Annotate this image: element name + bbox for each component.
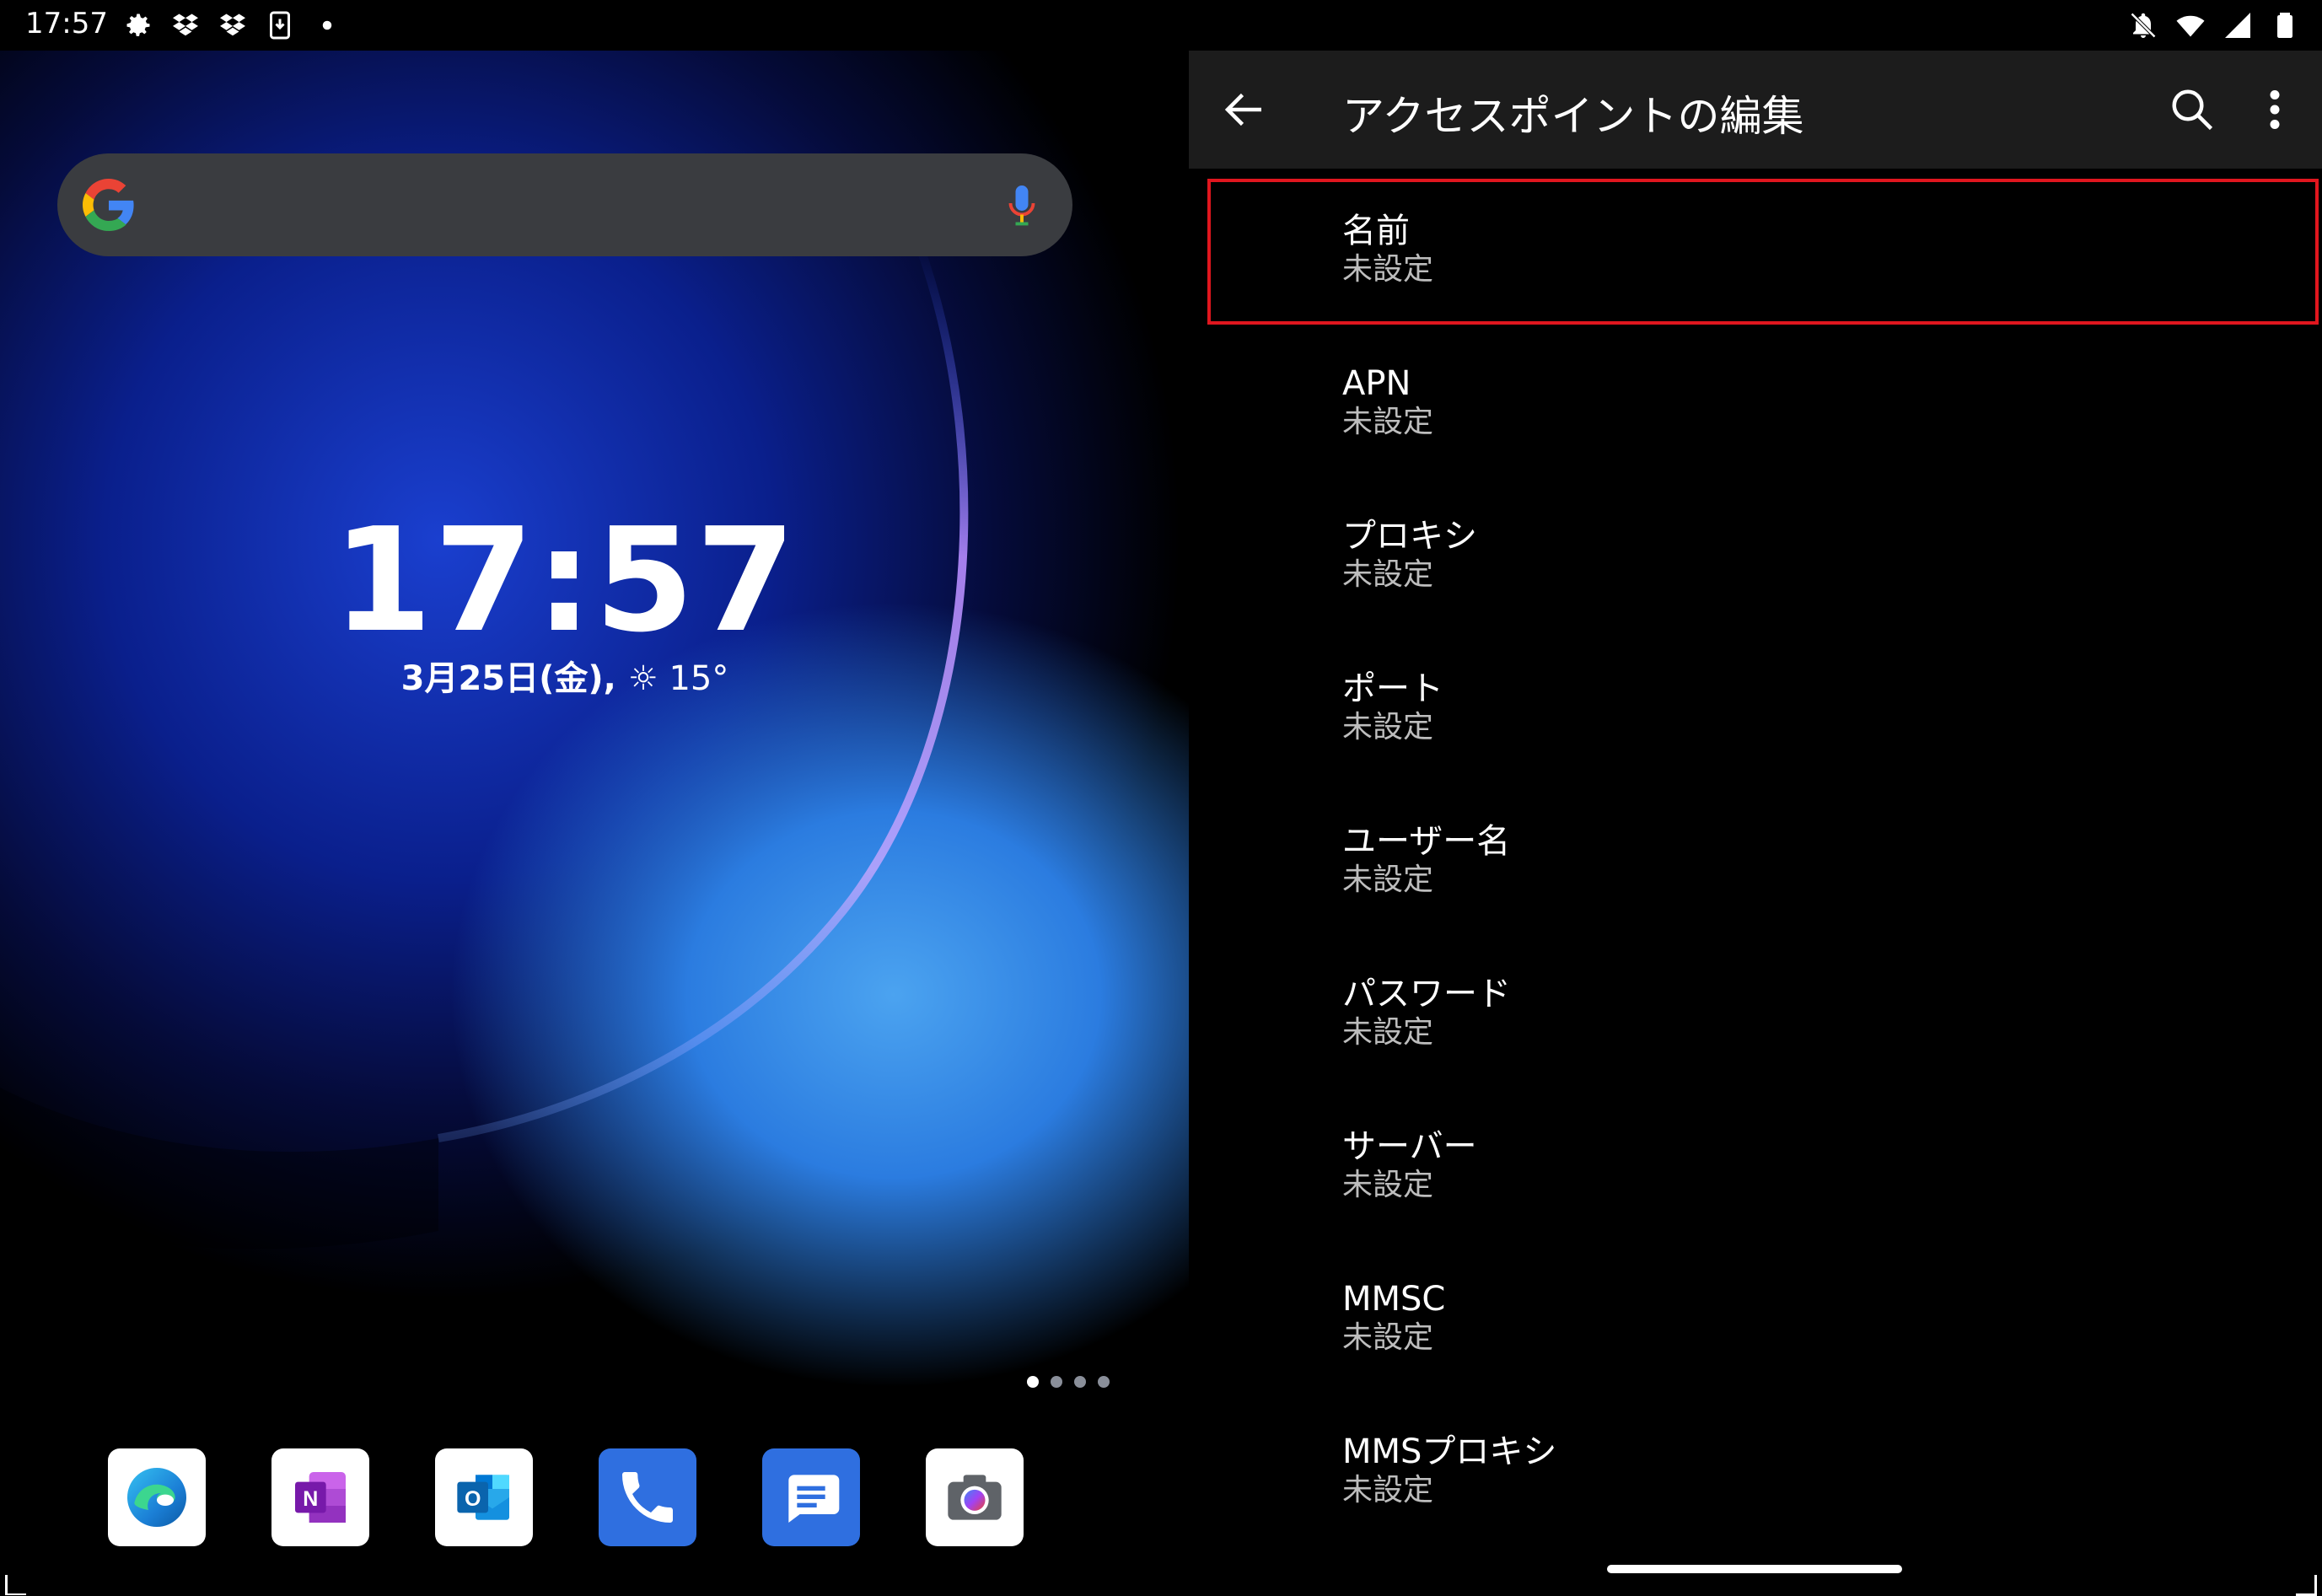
messages-icon: [788, 1475, 840, 1523]
setting-username[interactable]: ユーザー名 未設定: [1189, 786, 2322, 938]
bell-off-icon: [2130, 12, 2157, 39]
edge-icon: [127, 1468, 186, 1527]
apn-edit-screen: アクセスポイントの編集 名前 未設定 APN 未設定 プロキシ 未設定 ポート …: [1189, 51, 2322, 1596]
setting-value: 未設定: [1342, 1320, 1434, 1355]
setting-name[interactable]: 名前 未設定: [1204, 175, 2322, 328]
apn-settings-list: 名前 未設定 APN 未設定 プロキシ 未設定 ポート 未設定 ユーザー名 未設…: [1189, 175, 2322, 1549]
status-time: 17:57: [25, 7, 108, 40]
screen-corner-marker: [2296, 1575, 2317, 1596]
setting-value: 未設定: [1342, 405, 1434, 439]
status-icons-right: [2128, 10, 2300, 40]
page-title: アクセスポイントの編集: [1342, 92, 1804, 141]
weather-text: ☼ 15°: [627, 659, 729, 698]
app-bar: アクセスポイントの編集: [1189, 51, 2322, 169]
setting-label: 名前: [1342, 212, 1410, 250]
setting-label: ユーザー名: [1342, 822, 1511, 861]
edge-app[interactable]: [108, 1448, 206, 1546]
setting-value: 未設定: [1342, 1168, 1434, 1202]
svg-text:N: N: [303, 1487, 318, 1511]
outlook-icon: O: [457, 1475, 509, 1520]
gear-icon: [126, 13, 150, 36]
svg-text:O: O: [465, 1487, 481, 1511]
date-text: 3月25日(金),: [400, 659, 616, 698]
setting-mms-proxy[interactable]: MMSプロキシ 未設定: [1189, 1396, 2322, 1549]
phone-icon: [622, 1472, 673, 1523]
setting-label: ポート: [1342, 669, 1443, 708]
more-options-icon[interactable]: [2258, 84, 2292, 135]
setting-label: MMSC: [1342, 1280, 1446, 1319]
mic-icon[interactable]: [1007, 182, 1037, 229]
app-dock: N O: [108, 1448, 1024, 1546]
setting-label: APN: [1342, 364, 1411, 403]
dropbox-icon: [173, 13, 198, 36]
setting-value: 未設定: [1342, 1473, 1434, 1507]
messages-app[interactable]: [762, 1448, 860, 1546]
setting-proxy[interactable]: プロキシ 未設定: [1189, 481, 2322, 633]
status-icons-left: [123, 10, 342, 40]
camera-app[interactable]: [926, 1448, 1024, 1546]
dropbox-icon: [220, 13, 245, 36]
home-screen: 17:57 3月25日(金), ☼ 15° N O: [0, 51, 1189, 1595]
wifi-icon: [2176, 15, 2205, 37]
screen-corner-marker: [5, 1575, 26, 1595]
setting-apn[interactable]: APN 未設定: [1189, 328, 2322, 481]
search-icon[interactable]: [2167, 84, 2217, 135]
setting-server[interactable]: サーバー 未設定: [1189, 1091, 2322, 1244]
battery-icon: [2277, 13, 2292, 38]
page-indicator: [1027, 1376, 1110, 1388]
back-arrow-icon[interactable]: [1219, 84, 1270, 135]
setting-password[interactable]: パスワード 未設定: [1189, 938, 2322, 1091]
page-dot: [1051, 1376, 1062, 1388]
onenote-icon: N: [295, 1472, 346, 1523]
setting-label: MMSプロキシ: [1342, 1432, 1557, 1471]
setting-label: プロキシ: [1342, 517, 1477, 556]
dot-icon: [322, 20, 332, 30]
page-dot: [1098, 1376, 1110, 1388]
camera-icon: [948, 1475, 1002, 1520]
setting-value: 未設定: [1342, 557, 1434, 592]
setting-label: パスワード: [1342, 975, 1511, 1013]
signal-icon: [2225, 13, 2250, 38]
page-dot: [1074, 1376, 1086, 1388]
status-bar: 17:57: [0, 0, 2322, 51]
setting-value: 未設定: [1342, 252, 1434, 287]
clock-widget[interactable]: 17:57: [0, 497, 1130, 664]
setting-label: サーバー: [1342, 1127, 1477, 1166]
setting-port[interactable]: ポート 未設定: [1189, 633, 2322, 786]
setting-value: 未設定: [1342, 710, 1434, 744]
onenote-app[interactable]: N: [271, 1448, 369, 1546]
download-icon: [270, 11, 290, 40]
gesture-nav-handle[interactable]: [1607, 1565, 1902, 1573]
google-search-bar[interactable]: [57, 153, 1072, 256]
outlook-app[interactable]: O: [435, 1448, 533, 1546]
setting-value: 未設定: [1342, 862, 1434, 897]
phone-app[interactable]: [599, 1448, 696, 1546]
setting-value: 未設定: [1342, 1015, 1434, 1050]
page-dot: [1027, 1376, 1039, 1388]
setting-mmsc[interactable]: MMSC 未設定: [1189, 1244, 2322, 1396]
google-g-icon: [83, 179, 134, 231]
date-weather-widget[interactable]: 3月25日(金), ☼ 15°: [0, 651, 1130, 700]
